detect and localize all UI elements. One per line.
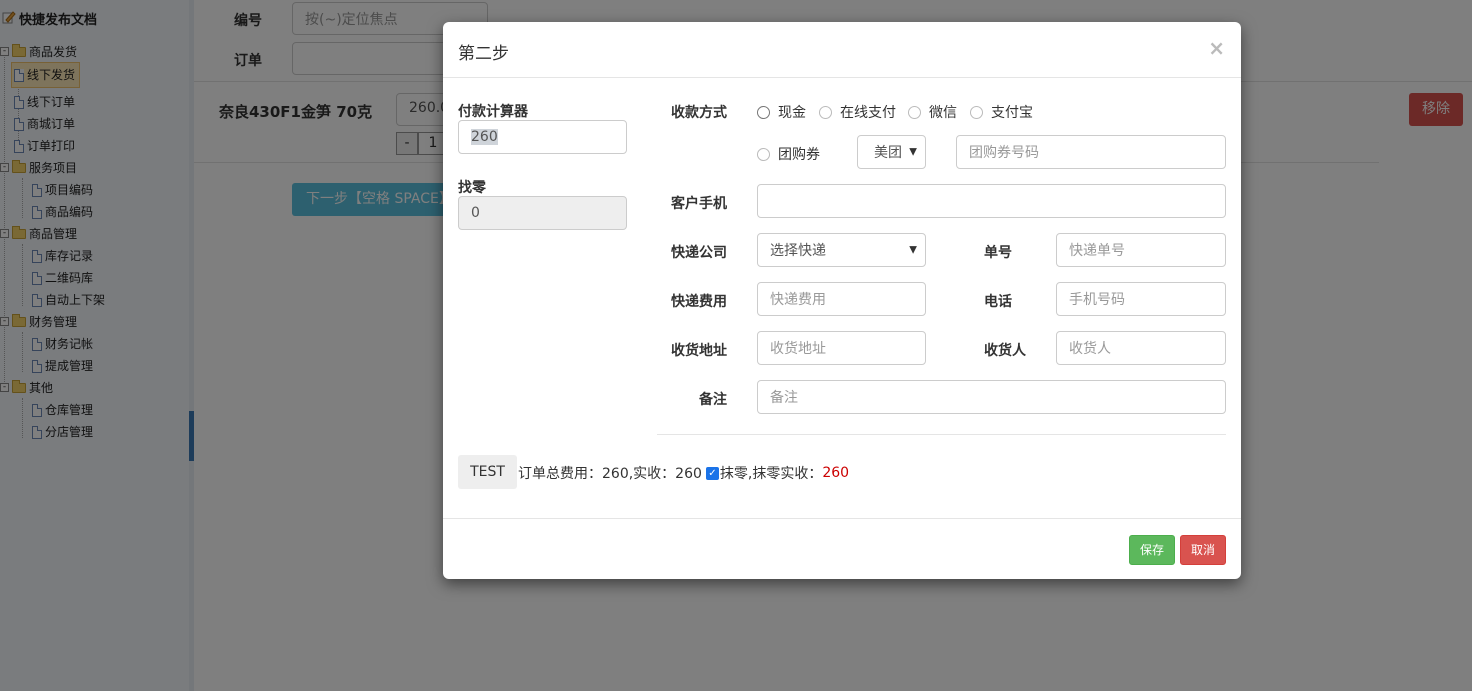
payment-wechat-radio[interactable]: 微信 [908,102,957,122]
radio-circle [819,105,832,119]
courier-select[interactable]: 选择快递 ▼ [757,233,926,267]
receiver-label: 收货人 [984,343,1026,359]
order-summary: 订单总费用：260,实收：260 ✓ 抹零,抹零实收： 260 [518,465,850,482]
customer-phone-label: 客户手机 [671,196,727,212]
change-input: 0 [458,196,627,230]
radio-circle [757,105,770,119]
tel-label: 电话 [984,294,1012,310]
chevron-down-icon: ▼ [909,146,917,158]
step-two-modal: 第二步 × 付款计算器 260 找零 0 收款方式 现金 在线支付 微信 支付宝… [443,22,1241,579]
modal-title: 第二步 [458,44,509,64]
address-input[interactable]: 收货地址 [757,331,926,365]
radio-circle [757,147,770,161]
group-voucher-code-input[interactable]: 团购券号码 [956,135,1226,169]
note-input[interactable]: 备注 [757,380,1226,414]
modal-footer: 保存 取消 [443,518,1241,579]
customer-phone-input[interactable] [757,184,1226,218]
payment-method-label: 收款方式 [671,105,727,121]
shipping-fee-label: 快递费用 [671,294,727,310]
payment-group-voucher-radio[interactable]: 团购券 [757,144,820,164]
radio-circle [908,105,921,119]
tel-input[interactable]: 手机号码 [1056,282,1226,316]
divider [657,434,1226,435]
receiver-input[interactable]: 收货人 [1056,331,1226,365]
tracking-number-label: 单号 [984,245,1012,261]
payment-alipay-radio[interactable]: 支付宝 [970,102,1033,122]
payment-online-radio[interactable]: 在线支付 [819,102,896,122]
save-button[interactable]: 保存 [1129,535,1175,565]
group-voucher-platform-select[interactable]: 美团 ▼ [857,135,926,169]
round-off-checkbox[interactable]: ✓ [705,466,719,480]
radio-circle [970,105,983,119]
tracking-number-input[interactable]: 快递单号 [1056,233,1226,267]
note-label: 备注 [699,392,727,408]
close-icon[interactable]: × [1208,36,1225,60]
chevron-down-icon: ▼ [909,244,917,256]
payment-calculator-input[interactable]: 260 [458,120,627,154]
courier-label: 快递公司 [671,245,727,261]
change-label: 找零 [458,180,486,196]
shipping-fee-input[interactable]: 快递费用 [757,282,926,316]
round-off-amount: 260 [822,465,850,481]
address-label: 收货地址 [671,343,727,359]
payment-calculator-label: 付款计算器 [458,104,528,120]
test-button[interactable]: TEST [458,455,517,489]
payment-cash-radio[interactable]: 现金 [757,102,806,122]
modal-header: 第二步 × [443,22,1241,78]
cancel-button[interactable]: 取消 [1180,535,1226,565]
